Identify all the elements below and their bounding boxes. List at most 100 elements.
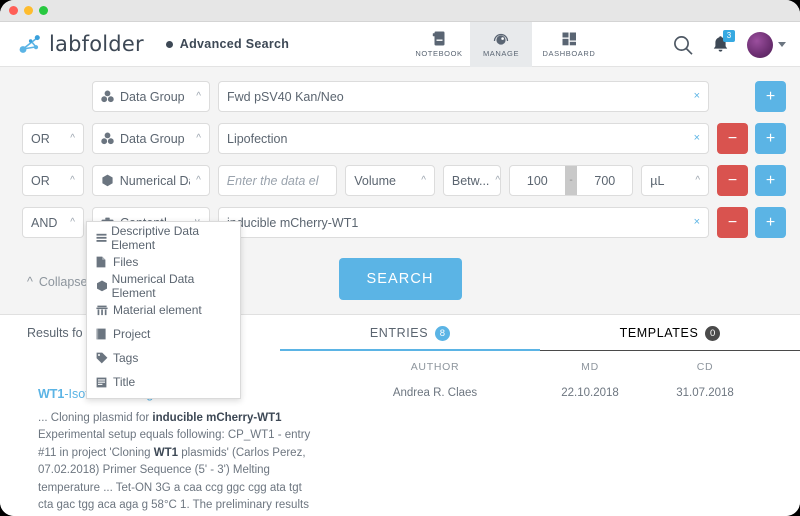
range-max-input[interactable]: 700 <box>577 166 632 195</box>
measure-select[interactable]: Volume ^ <box>345 165 435 196</box>
remove-row-button-row2[interactable]: − <box>717 123 748 154</box>
range-handle[interactable]: - <box>564 166 578 195</box>
dropdown-item-material-element[interactable]: Material element <box>87 298 240 322</box>
page-title-label: Advanced Search <box>179 37 290 51</box>
unit-select[interactable]: µL ^ <box>641 165 710 196</box>
value-text-row4: inducible mCherry-WT1 <box>227 215 359 230</box>
bullet-icon <box>165 40 173 48</box>
window-close-button[interactable] <box>9 6 18 15</box>
dropdown-item-numerical-data-element[interactable]: Numerical Data Element <box>87 272 240 300</box>
remove-row-button-row3[interactable]: − <box>717 165 749 196</box>
search-button[interactable]: SEARCH <box>338 258 462 300</box>
field-type-dropdown: Descriptive Data Element Files Numerical… <box>86 221 241 399</box>
chevron-up-icon: ^ <box>695 174 701 186</box>
chevron-up-icon: ^ <box>196 132 201 144</box>
brand-logo[interactable]: labfolder <box>18 32 144 56</box>
range-min-input[interactable]: 100 <box>510 166 565 195</box>
dropdown-item-label: Numerical Data Element <box>111 272 195 300</box>
dropdown-item-label: Title <box>113 375 136 389</box>
data-group-icon <box>101 90 114 103</box>
nav-tab-notebook[interactable]: NOTEBOOK <box>408 22 470 67</box>
add-row-button-row3[interactable]: + <box>755 165 787 196</box>
file-icon <box>96 256 113 268</box>
comparator-label: Betw... <box>451 173 490 188</box>
dropdown-item-title[interactable]: Title <box>87 370 240 394</box>
field-select-row3[interactable]: Numerical Dat... ^ <box>91 165 210 196</box>
dropdown-item-files[interactable]: Files <box>87 250 240 274</box>
app-header: labfolder Advanced Search NOTEBOOK MANAG… <box>0 22 800 67</box>
data-group-icon <box>101 132 114 145</box>
query-row-numerical: OR ^ Numerical Dat... ^ Enter the data e… <box>0 165 800 196</box>
clear-icon[interactable]: × <box>688 133 700 144</box>
main-nav: NOTEBOOK MANAGE DASHBOARD <box>408 22 606 67</box>
value-text-row1: Fwd pSV40 Kan/Neo <box>227 89 344 104</box>
field-select-row2[interactable]: Data Group ^ <box>92 123 210 154</box>
dropdown-item-label: Project <box>113 327 151 341</box>
nav-tab-dashboard[interactable]: DASHBOARD <box>532 22 606 67</box>
app-window: labfolder Advanced Search NOTEBOOK MANAG… <box>0 0 800 516</box>
operator-label-row4: AND <box>31 215 58 230</box>
operator-label-row2: OR <box>31 131 50 146</box>
add-row-button-row1[interactable]: + <box>755 81 786 112</box>
collapse-toggle[interactable]: ^ Collapse <box>27 275 88 289</box>
chevron-up-icon: ^ <box>27 274 33 289</box>
chevron-up-icon: ^ <box>421 174 426 186</box>
unit-label: µL <box>650 173 665 188</box>
add-row-button-row4[interactable]: + <box>755 207 786 238</box>
clear-icon[interactable]: × <box>688 217 700 228</box>
result-md-date: 22.10.2018 <box>561 387 619 399</box>
page-title: Advanced Search <box>165 37 290 51</box>
window-minimize-button[interactable] <box>24 6 33 15</box>
operator-select-row2[interactable]: OR ^ <box>22 123 84 154</box>
dropdown-item-descriptive-data-element[interactable]: Descriptive Data Element <box>87 224 240 252</box>
chevron-down-icon <box>778 42 786 47</box>
window-maximize-button[interactable] <box>39 6 48 15</box>
dashboard-icon <box>562 31 577 46</box>
value-input-row1[interactable]: Fwd pSV40 Kan/Neo × <box>218 81 709 112</box>
field-label-row3: Numerical Dat... <box>119 173 190 188</box>
notifications-button[interactable]: 3 <box>712 30 735 54</box>
chevron-up-icon: ^ <box>196 174 201 186</box>
add-row-button-row2[interactable]: + <box>755 123 786 154</box>
tab-templates-count: 0 <box>705 325 721 341</box>
snippet-highlight-2: WT1 <box>153 446 179 459</box>
brand-name: labfolder <box>49 32 144 56</box>
notebook-icon <box>432 31 446 46</box>
search-icon[interactable] <box>672 34 694 56</box>
result-author: Andrea R. Claes <box>392 387 478 399</box>
value-input-row4[interactable]: inducible mCherry-WT1 × <box>218 207 709 238</box>
chevron-up-icon: ^ <box>70 216 75 228</box>
tab-templates[interactable]: TEMPLATES 0 <box>540 315 800 351</box>
dropdown-item-project[interactable]: Project <box>87 322 240 346</box>
tab-entries[interactable]: ENTRIES 8 <box>280 315 540 351</box>
chevron-up-icon: ^ <box>196 90 201 102</box>
descriptive-data-element-icon <box>96 233 111 244</box>
nav-tab-manage[interactable]: MANAGE <box>470 22 532 67</box>
dropdown-item-label: Material element <box>113 303 202 317</box>
operator-select-row3[interactable]: OR ^ <box>22 165 84 196</box>
project-icon <box>96 328 113 340</box>
tab-entries-label: ENTRIES <box>369 326 429 340</box>
data-element-placeholder: Enter the data el <box>226 173 319 188</box>
user-menu[interactable] <box>747 31 786 58</box>
tab-entries-count: 8 <box>435 325 451 341</box>
query-row-1: ^ Data Group ^ Fwd pSV40 Kan/Neo × − + <box>0 81 800 112</box>
nav-tab-notebook-label: NOTEBOOK <box>415 49 463 58</box>
column-header-md: MD <box>581 361 599 373</box>
value-text-row2: Lipofection <box>227 131 288 146</box>
data-element-input[interactable]: Enter the data el <box>217 165 338 196</box>
clear-icon[interactable]: × <box>688 91 700 102</box>
field-select-row1[interactable]: Data Group ^ <box>92 81 210 112</box>
material-element-icon <box>96 305 113 316</box>
entry-snippet: ... Cloning plasmid for inducible mCherr… <box>38 410 316 516</box>
result-main-cell: WT1-Isoform cloning ... Cloning plasmid … <box>0 387 340 516</box>
operator-select-row4[interactable]: AND ^ <box>22 207 84 238</box>
chevron-up-icon: ^ <box>70 174 75 186</box>
column-header-author: AUTHOR <box>410 361 460 373</box>
dropdown-item-tags[interactable]: Tags <box>87 346 240 370</box>
comparator-select[interactable]: Betw... ^ <box>442 165 501 196</box>
value-input-row2[interactable]: Lipofection × <box>218 123 709 154</box>
remove-row-button-row4[interactable]: − <box>717 207 748 238</box>
range-inputs[interactable]: 100 - 700 <box>508 165 634 196</box>
results-tabs: ENTRIES 8 TEMPLATES 0 <box>280 315 800 351</box>
